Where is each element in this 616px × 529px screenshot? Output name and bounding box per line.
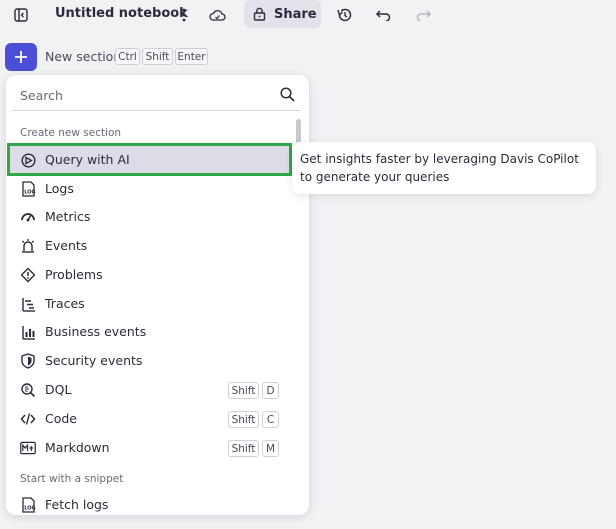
menu-item-label: Fetch logs bbox=[45, 497, 109, 512]
share-button[interactable]: Share bbox=[244, 0, 321, 28]
svg-text:LOG: LOG bbox=[24, 506, 35, 512]
shortcut-key: Shift bbox=[228, 440, 259, 457]
redo-icon[interactable] bbox=[411, 4, 435, 26]
cloud-sync-icon[interactable] bbox=[205, 4, 229, 26]
group-label-snippet: Start with a snippet bbox=[20, 473, 124, 485]
tooltip-text: Get insights faster by leveraging Davis … bbox=[300, 152, 579, 184]
menu-item-label: Query with AI bbox=[45, 152, 130, 167]
notebook-title[interactable]: Untitled notebook bbox=[55, 6, 188, 21]
menu-item-logs[interactable]: LOG Logs bbox=[10, 175, 289, 202]
shortcut-key: M bbox=[262, 440, 279, 457]
add-section-button[interactable] bbox=[5, 43, 37, 71]
share-label: Share bbox=[274, 6, 317, 22]
menu-item-query-with-ai[interactable]: Query with AI bbox=[7, 143, 292, 176]
sidebar-toggle-icon[interactable] bbox=[9, 4, 33, 26]
plus-icon bbox=[15, 51, 27, 63]
menu-item-security-events[interactable]: Security events bbox=[10, 347, 289, 374]
menu-item-markdown[interactable]: Markdown Shift M bbox=[10, 434, 289, 461]
svg-text:LOG: LOG bbox=[24, 190, 35, 196]
menu-item-label: Traces bbox=[45, 296, 85, 311]
query-with-ai-tooltip: Get insights faster by leveraging Davis … bbox=[292, 142, 596, 194]
shortcut-key: D bbox=[262, 382, 279, 399]
menu-item-problems[interactable]: Problems bbox=[10, 261, 289, 288]
shortcut-key: Shift bbox=[228, 382, 259, 399]
group-label-create: Create new section bbox=[20, 127, 122, 139]
traces-icon bbox=[20, 296, 36, 312]
problems-icon bbox=[20, 267, 36, 283]
menu-item-label: Security events bbox=[45, 353, 143, 368]
menu-item-label: Code bbox=[45, 411, 78, 426]
shield-icon bbox=[20, 353, 36, 369]
history-icon[interactable] bbox=[332, 4, 356, 26]
lock-icon bbox=[253, 7, 266, 21]
logs-icon: LOG bbox=[20, 181, 36, 197]
menu-item-events[interactable]: Events bbox=[10, 232, 289, 259]
menu-item-business-events[interactable]: Business events bbox=[10, 318, 289, 345]
menu-item-label: Business events bbox=[45, 324, 147, 339]
shortcut-key: C bbox=[262, 411, 279, 428]
shortcut-key: Shift bbox=[142, 48, 173, 65]
menu-item-traces[interactable]: Traces bbox=[10, 290, 289, 317]
menu-item-label: DQL bbox=[45, 382, 72, 397]
menu-item-code[interactable]: Code Shift C bbox=[10, 405, 289, 432]
search-input[interactable]: Search bbox=[20, 88, 63, 103]
metrics-icon bbox=[20, 209, 36, 225]
menu-item-label: Events bbox=[45, 238, 88, 253]
menu-item-label: Markdown bbox=[45, 440, 110, 455]
more-options-icon[interactable] bbox=[172, 4, 196, 26]
shortcut-key: Shift bbox=[228, 411, 259, 428]
menu-item-metrics[interactable]: Metrics bbox=[10, 203, 289, 230]
menu-item-fetch-logs[interactable]: LOG Fetch logs bbox=[10, 491, 289, 515]
shortcut-key: Ctrl bbox=[115, 48, 140, 65]
new-section-menu: Search Create new section Query with AI … bbox=[6, 75, 309, 515]
toolbar: Untitled notebook Share bbox=[0, 0, 616, 30]
menu-item-label: Metrics bbox=[45, 209, 91, 224]
events-icon bbox=[20, 238, 36, 254]
code-icon bbox=[20, 411, 36, 427]
markdown-icon bbox=[20, 440, 36, 456]
shortcut-key: Enter bbox=[175, 48, 208, 65]
copilot-icon bbox=[20, 152, 36, 168]
logs-icon: LOG bbox=[20, 497, 36, 513]
menu-item-label: Logs bbox=[45, 181, 74, 196]
menu-item-label: Problems bbox=[45, 267, 103, 282]
dql-icon bbox=[20, 382, 36, 398]
search-icon bbox=[280, 87, 295, 106]
new-section-label: New section bbox=[45, 49, 122, 64]
undo-icon[interactable] bbox=[371, 4, 395, 26]
menu-item-dql[interactable]: DQL Shift D bbox=[10, 376, 289, 403]
search-field[interactable]: Search bbox=[12, 79, 301, 111]
business-events-icon bbox=[20, 324, 36, 340]
